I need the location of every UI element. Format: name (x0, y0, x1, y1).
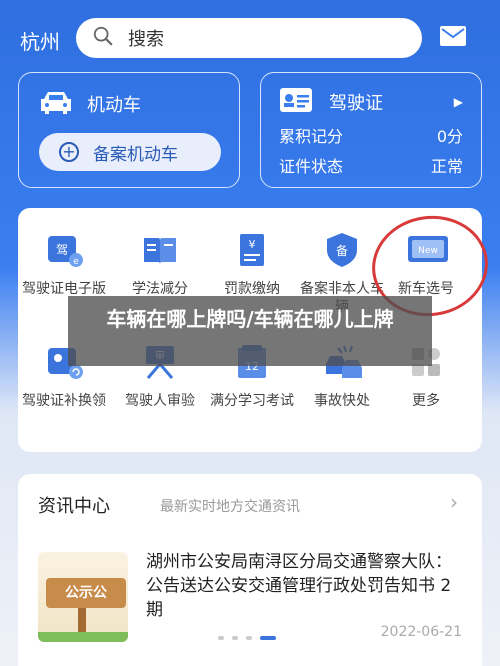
license-card[interactable]: 驾驶证 ▶ 累积记分 0分 证件状态 正常 (260, 72, 482, 188)
news-card: 资讯中心 最新实时地方交通资讯 › 公示公 湖州市公安局南浔区分局交通警察大队：… (18, 474, 482, 666)
search-bar[interactable]: 搜索 (76, 18, 422, 58)
points-value: 0分 (436, 127, 463, 146)
license-card-title: 驾驶证 (329, 93, 383, 114)
carousel-dot (232, 636, 238, 640)
mail-icon[interactable] (440, 26, 466, 46)
news-date: 2022-06-21 (380, 624, 462, 640)
svg-text:e: e (73, 257, 79, 267)
service-label: 事故快处 (314, 393, 370, 409)
chevron-right-icon: ▶ (453, 95, 463, 109)
license-id-icon: 驾e (44, 230, 84, 270)
status-value: 正常 (430, 157, 463, 176)
svg-text:¥: ¥ (249, 238, 256, 251)
register-vehicle-button[interactable]: + 备案机动车 (39, 133, 221, 171)
vehicle-card-title: 机动车 (87, 95, 141, 116)
carousel-dots (218, 636, 276, 640)
points-label: 累积记分 (279, 127, 344, 146)
carousel-dot (218, 636, 224, 640)
search-icon (92, 25, 114, 51)
car-icon (39, 89, 73, 119)
service-study[interactable]: 学法减分 (114, 230, 206, 298)
service-fine[interactable]: ¥ 罚款缴纳 (206, 230, 298, 298)
svg-text:驾: 驾 (56, 243, 68, 257)
svg-text:备: 备 (336, 244, 348, 258)
top-bar: 杭州 搜索 (0, 0, 500, 70)
plus-icon: + (59, 142, 79, 162)
service-license-e[interactable]: 驾e 驾驶证电子版 (18, 230, 110, 298)
status-label: 证件状态 (279, 157, 344, 176)
register-shield-icon: 备 (322, 230, 362, 270)
service-label: 驾驶人审验 (125, 393, 195, 409)
news-subheader[interactable]: 最新实时地方交通资讯 (160, 496, 300, 516)
service-label: 更多 (412, 393, 440, 409)
book-icon (140, 230, 180, 270)
chevron-right-icon[interactable]: › (450, 490, 458, 514)
service-label: 满分学习考试 (210, 393, 294, 409)
register-vehicle-label: 备案机动车 (93, 144, 178, 165)
news-header: 资讯中心 (38, 496, 110, 517)
grass (38, 632, 128, 642)
notice-sign: 公示公 (46, 578, 126, 608)
service-label: 驾驶证补换领 (22, 393, 106, 409)
points-row: 累积记分 0分 (279, 123, 463, 147)
city-selector[interactable]: 杭州 (20, 26, 60, 55)
search-placeholder: 搜索 (128, 29, 164, 50)
id-card-icon (279, 87, 313, 117)
status-row: 证件状态 正常 (279, 153, 463, 177)
vehicle-card[interactable]: 机动车 + 备案机动车 (18, 72, 240, 188)
carousel-dot-active (260, 636, 276, 640)
news-thumbnail[interactable]: 公示公 (38, 552, 128, 642)
fine-payment-icon: ¥ (232, 230, 272, 270)
news-title[interactable]: 湖州市公安局南浔区分局交通警察大队：公告送达公安交通管理行政处罚告知书 2期 (146, 550, 466, 622)
overlay-caption: 车辆在哪上牌吗/车辆在哪儿上牌 (68, 296, 432, 366)
carousel-dot (246, 636, 252, 640)
